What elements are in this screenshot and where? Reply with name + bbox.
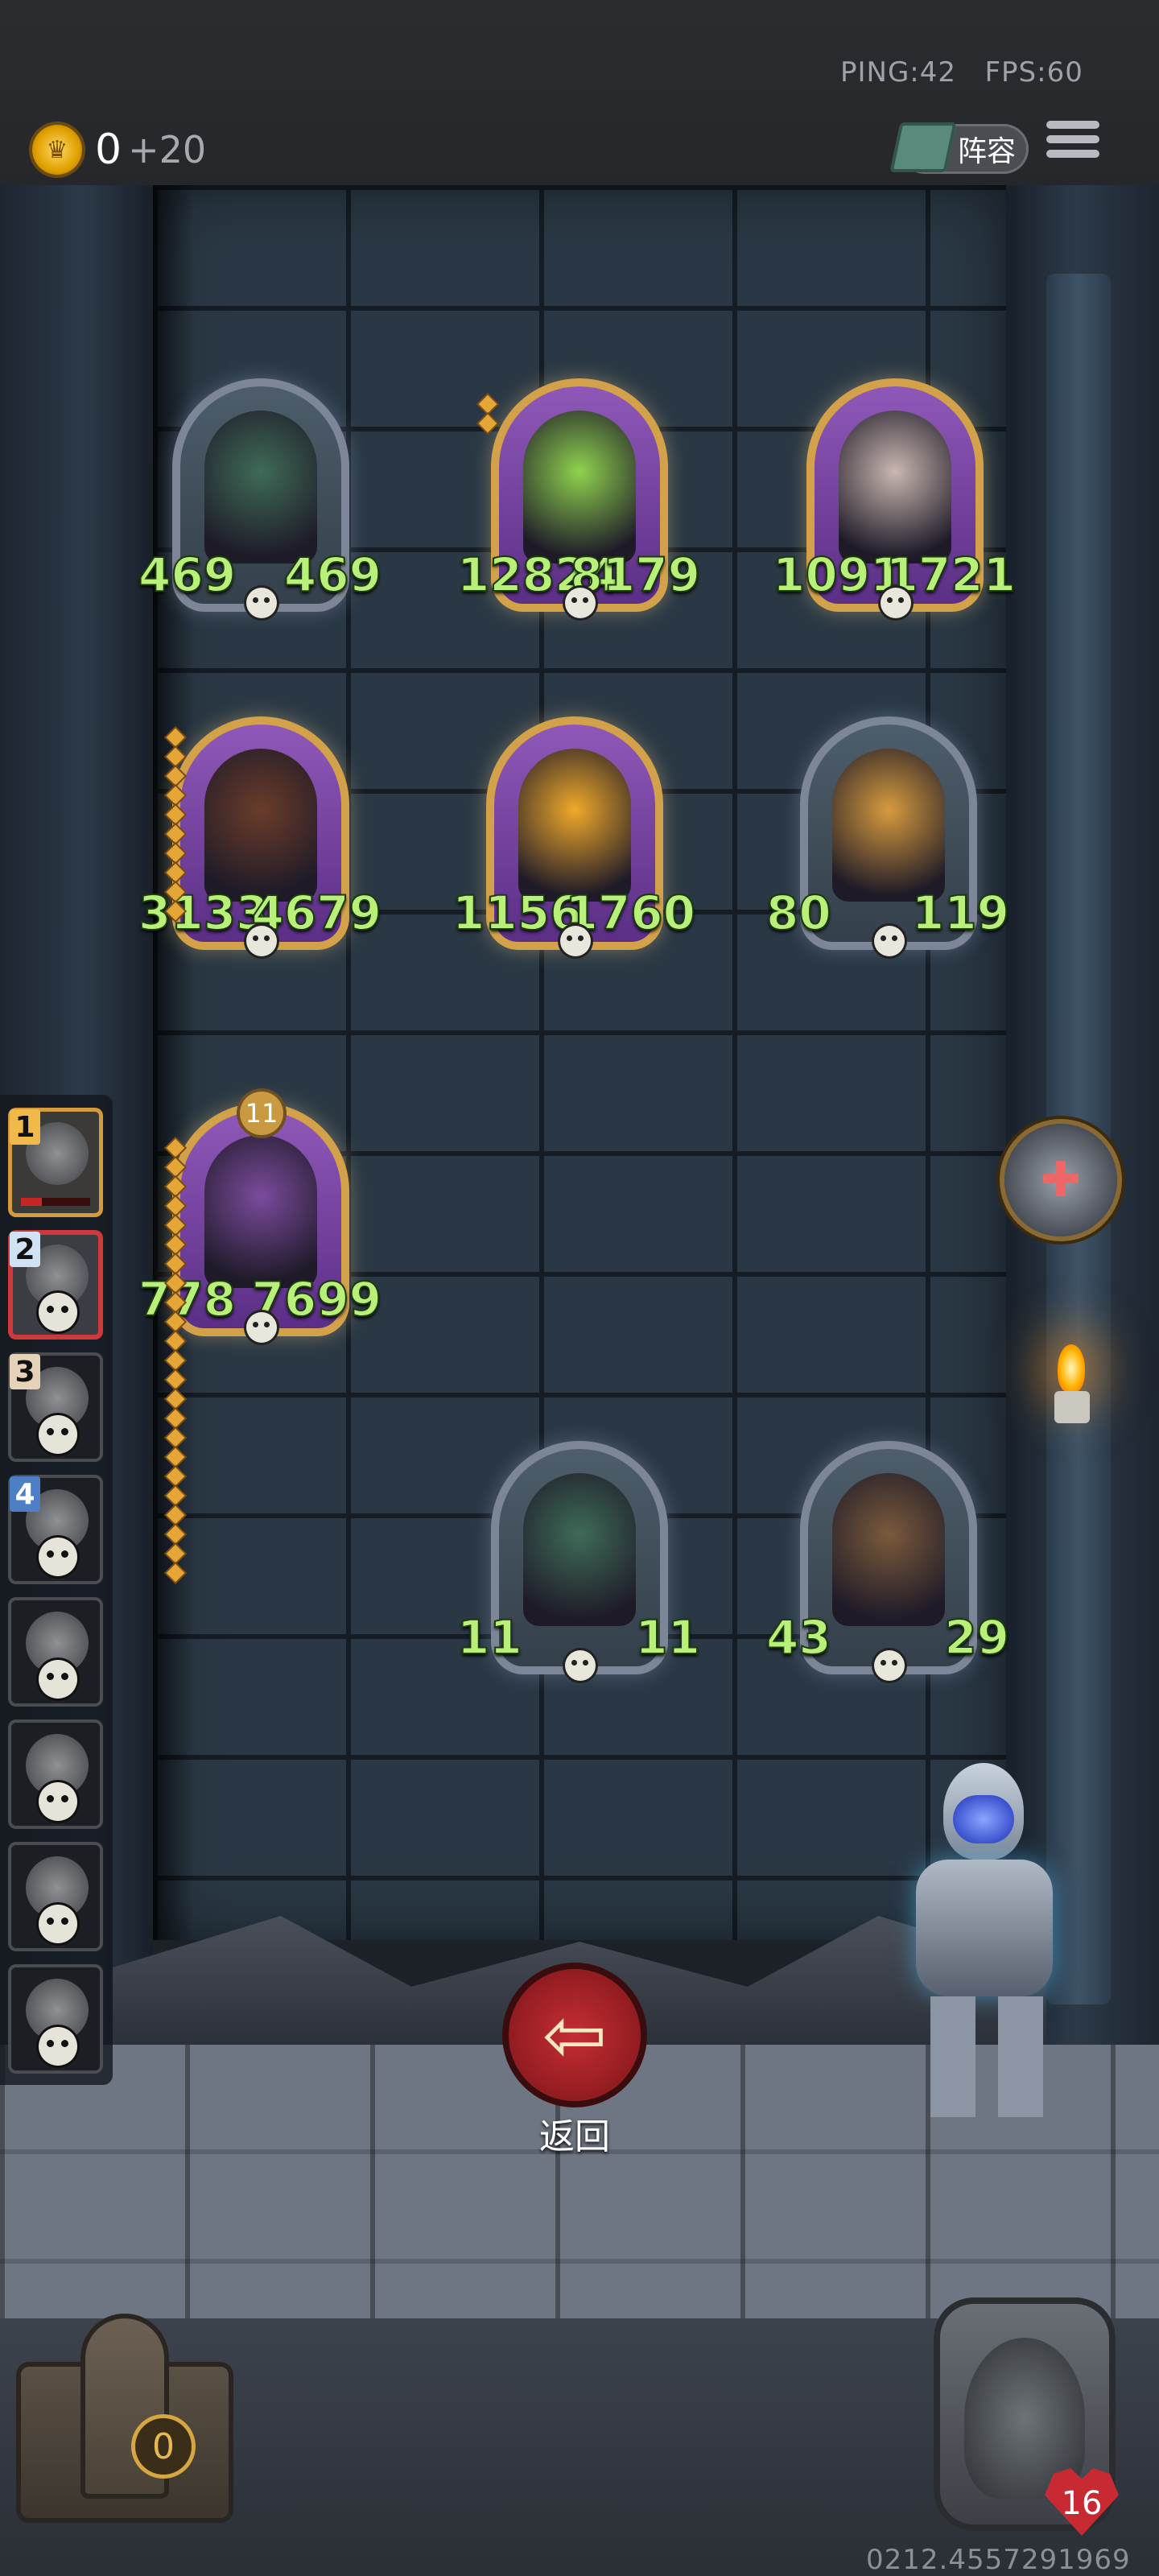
network-stats: PING:42 FPS:60 xyxy=(840,56,1083,89)
roster-slot[interactable] xyxy=(8,1964,103,2074)
roster-slot[interactable] xyxy=(8,1719,103,1829)
back-button[interactable]: ⇦ xyxy=(509,1969,641,2101)
roster-slot[interactable] xyxy=(8,1842,103,1951)
diamond-chain xyxy=(166,1135,185,1586)
skull-icon xyxy=(246,588,277,618)
coin-counter: ♛ 0 +20 xyxy=(32,119,206,180)
skull-icon xyxy=(874,1650,905,1681)
health-value: 16 xyxy=(1061,2485,1103,2522)
card-art xyxy=(832,749,945,902)
rank-badge: 1 xyxy=(10,1109,40,1145)
lineup-button[interactable]: 阵容 xyxy=(889,122,1029,174)
skull-icon xyxy=(565,588,596,618)
lighter-item-icon[interactable]: ✚ xyxy=(1004,1124,1117,1236)
skull-icon xyxy=(560,926,591,956)
coin-value: 0 xyxy=(95,126,122,174)
level-badge: 11 xyxy=(240,1092,283,1135)
lineup-label: 阵容 xyxy=(957,135,1016,168)
back-label: 返回 xyxy=(539,2116,610,2157)
skull-icon xyxy=(39,2027,77,2066)
player-uid: 0212.4557291969 xyxy=(866,2544,1131,2576)
rank-badge: 4 xyxy=(10,1476,40,1512)
card-art xyxy=(204,1135,317,1288)
attack-stat: 469 xyxy=(138,547,237,603)
card-rogue[interactable]: 778 7699 11 xyxy=(138,1092,382,1344)
roster-slot[interactable]: 3 xyxy=(8,1352,103,1462)
skull-icon xyxy=(246,926,277,956)
skull-icon xyxy=(39,1782,77,1821)
health-stat: 469 xyxy=(283,547,382,603)
roster-slot[interactable]: 4 xyxy=(8,1475,103,1584)
health-stat: 29 xyxy=(943,1609,1010,1666)
skull-icon xyxy=(874,926,905,956)
skull-icon xyxy=(565,1650,596,1681)
card-art xyxy=(518,749,631,902)
card-art xyxy=(523,411,636,564)
skull-icon xyxy=(246,1312,277,1343)
ping-readout: PING:42 xyxy=(840,56,957,89)
card-masked-rabbit[interactable]: 1091 1721 xyxy=(772,378,1017,620)
health-stat: 11 xyxy=(634,1609,701,1666)
diamond-chain xyxy=(166,724,185,924)
card-art xyxy=(204,411,317,564)
card-pirate[interactable]: 43 29 xyxy=(765,1441,1010,1682)
hero-robot xyxy=(876,1763,1085,2125)
card-art xyxy=(832,1473,945,1626)
card-dark-elf[interactable]: 469 469 xyxy=(138,378,382,620)
skull-icon xyxy=(39,1293,77,1331)
rank-badge: 3 xyxy=(10,1354,40,1389)
skull-icon xyxy=(39,1538,77,1576)
coin-income: +20 xyxy=(128,128,207,171)
card-boar[interactable]: 3133 4679 xyxy=(138,716,382,958)
torch-icon xyxy=(1046,1344,1095,1425)
chest-count: 0 xyxy=(135,2418,192,2475)
attack-stat: 80 xyxy=(765,885,832,941)
health-stat: 119 xyxy=(911,885,1010,941)
treasure-chest[interactable]: 0 xyxy=(16,2314,233,2531)
card-art xyxy=(523,1473,636,1626)
card-dark-elf-small[interactable]: 11 11 xyxy=(456,1441,701,1682)
card-butterfly[interactable]: 1156 1760 xyxy=(452,716,696,958)
skull-icon xyxy=(881,588,911,618)
menu-icon[interactable] xyxy=(1046,121,1099,169)
book-icon xyxy=(889,122,957,172)
attack-stat: 11 xyxy=(456,1609,523,1666)
skull-icon xyxy=(39,1415,77,1454)
attack-stat: 778 xyxy=(138,1271,237,1327)
rank-badge: 2 xyxy=(10,1232,40,1267)
card-caterpillar[interactable]: 12824 8179 xyxy=(456,378,701,620)
crown-coin-icon: ♛ xyxy=(32,125,82,175)
fps-readout: FPS:60 xyxy=(984,56,1083,89)
card-art xyxy=(839,411,951,564)
roster-slot[interactable]: 2 xyxy=(8,1230,103,1340)
card-art xyxy=(204,749,317,902)
card-pinocchio[interactable]: 80 119 xyxy=(765,716,1010,958)
arrow-left-icon: ⇦ xyxy=(542,1990,608,2080)
skull-icon xyxy=(39,1905,77,1943)
hp-bar xyxy=(21,1198,90,1206)
diamond-chain xyxy=(478,391,497,436)
player-roster: 1 2 3 4 xyxy=(0,1095,113,2085)
attack-stat: 43 xyxy=(765,1609,832,1666)
skull-icon xyxy=(39,1660,77,1699)
roster-slot[interactable]: 1 xyxy=(8,1108,103,1217)
roster-slot[interactable] xyxy=(8,1597,103,1707)
